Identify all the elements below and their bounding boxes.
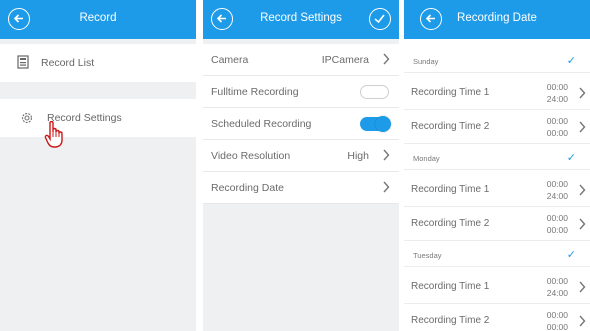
chevron-right-icon bbox=[382, 149, 390, 164]
camera-label: Camera bbox=[211, 54, 249, 66]
scheduled-recording-row: Scheduled Recording bbox=[203, 108, 399, 140]
page-title: Recording Date bbox=[457, 12, 537, 24]
chevron-right-icon bbox=[578, 121, 586, 136]
day-name: Sunday bbox=[413, 57, 439, 66]
time-range: 00:00 00:00 bbox=[546, 213, 568, 235]
recording-time-label: Recording Time 2 bbox=[411, 218, 490, 229]
day-header-tuesday[interactable]: Tuesday ✓ bbox=[404, 243, 590, 267]
chevron-right-icon bbox=[578, 281, 586, 296]
hand-cursor-icon bbox=[44, 120, 66, 154]
recording-date-panel: Recording Date Sunday ✓ Recording Time 1… bbox=[404, 0, 590, 331]
recording-time-row[interactable]: Recording Time 2 00:00 00:00 bbox=[404, 110, 590, 144]
fulltime-recording-toggle[interactable] bbox=[360, 85, 389, 99]
page-title: Record bbox=[79, 12, 117, 24]
record-list-label: Record List bbox=[41, 57, 95, 69]
record-settings-item[interactable]: Record Settings bbox=[0, 99, 196, 137]
chevron-right-icon bbox=[578, 218, 586, 233]
record-list-item[interactable]: Record List bbox=[0, 44, 196, 82]
scheduled-recording-label: Scheduled Recording bbox=[211, 118, 312, 130]
chevron-right-icon bbox=[578, 87, 586, 102]
recording-time-label: Recording Time 2 bbox=[411, 121, 490, 132]
recording-time-label: Recording Time 1 bbox=[411, 281, 490, 292]
fulltime-recording-row: Fulltime Recording bbox=[203, 76, 399, 108]
recording-time-row[interactable]: Recording Time 1 00:00 24:00 bbox=[404, 76, 590, 110]
recording-date-row[interactable]: Recording Date bbox=[203, 172, 399, 204]
video-resolution-value: High bbox=[347, 150, 369, 162]
recording-time-row[interactable]: Recording Time 1 00:00 24:00 bbox=[404, 270, 590, 304]
recording-time-label: Recording Time 2 bbox=[411, 315, 490, 326]
record-settings-panel: Record Settings Camera IPCamera Fulltime… bbox=[203, 0, 399, 331]
day-name: Monday bbox=[413, 154, 440, 163]
time-range: 00:00 24:00 bbox=[546, 276, 568, 298]
record-panel: Record Record List Record Settings bbox=[0, 0, 196, 331]
day-header-monday[interactable]: Monday ✓ bbox=[404, 146, 590, 170]
check-icon: ✓ bbox=[566, 249, 576, 261]
record-settings-header: Record Settings bbox=[203, 0, 399, 39]
recording-date-header: Recording Date bbox=[404, 0, 590, 39]
chevron-right-icon bbox=[578, 184, 586, 199]
time-range: 00:00 24:00 bbox=[546, 179, 568, 201]
recording-time-row[interactable]: Recording Time 2 00:00 00:00 bbox=[404, 207, 590, 241]
fulltime-recording-label: Fulltime Recording bbox=[211, 86, 299, 98]
scheduled-recording-toggle[interactable] bbox=[360, 116, 391, 132]
camera-value: IPCamera bbox=[321, 54, 369, 66]
check-icon: ✓ bbox=[566, 152, 576, 164]
chevron-right-icon bbox=[578, 315, 586, 330]
recording-date-label: Recording Date bbox=[211, 182, 284, 194]
record-header: Record bbox=[0, 0, 196, 39]
time-range: 00:00 00:00 bbox=[546, 116, 568, 138]
chevron-right-icon bbox=[382, 181, 390, 196]
video-resolution-row[interactable]: Video Resolution High bbox=[203, 140, 399, 172]
recording-time-label: Recording Time 1 bbox=[411, 184, 490, 195]
recording-time-row[interactable]: Recording Time 1 00:00 24:00 bbox=[404, 173, 590, 207]
confirm-check-icon[interactable] bbox=[369, 8, 391, 30]
file-icon bbox=[17, 55, 29, 72]
camera-row[interactable]: Camera IPCamera bbox=[203, 44, 399, 76]
check-icon: ✓ bbox=[566, 55, 576, 67]
recording-time-row[interactable]: Recording Time 2 00:00 00:00 bbox=[404, 304, 590, 331]
time-range: 00:00 24:00 bbox=[546, 82, 568, 104]
gear-icon bbox=[20, 111, 34, 128]
video-resolution-label: Video Resolution bbox=[211, 150, 291, 162]
time-range: 00:00 00:00 bbox=[546, 310, 568, 331]
day-header-sunday[interactable]: Sunday ✓ bbox=[404, 49, 590, 73]
recording-time-label: Recording Time 1 bbox=[411, 87, 490, 98]
chevron-right-icon bbox=[382, 53, 390, 68]
day-name: Tuesday bbox=[413, 251, 442, 260]
